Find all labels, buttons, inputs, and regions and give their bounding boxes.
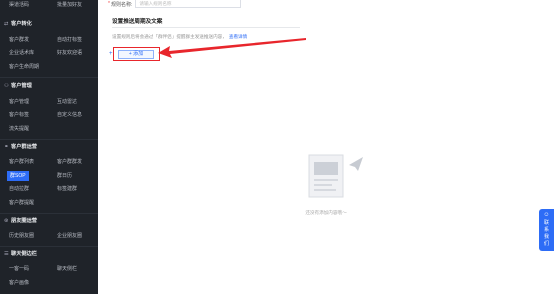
sidebar-row: 客户管理 互动雷达 [0,97,98,107]
sidebar-group-label: 客户群运营 [11,144,37,150]
sidebar-item-group-reminder[interactable]: 客户群提醒 [9,198,34,208]
sidebar-item-group-calendar[interactable]: 群日历 [57,171,72,181]
user-icon: ⚇ [4,83,9,89]
sidebar-row: 客户群列表 客户群群发 [0,157,98,167]
transfer-icon: ⇄ [4,21,9,27]
group-icon: ⚭ [4,144,9,150]
sidebar-item-group-list[interactable]: 客户群列表 [9,157,34,167]
sidebar-item-customer-profile[interactable]: 客户画像 [9,278,29,288]
sidebar-item-interaction-radar[interactable]: 互动雷达 [57,97,77,107]
moments-icon: ⊛ [4,218,9,224]
sidebar-group-group-operations[interactable]: ⚭ 客户群运营 [4,142,37,152]
sidebar-divider [0,77,98,78]
sidebar-row: 历史朋友圈 企业朋友圈 [0,231,98,241]
sidebar-group-customer-management[interactable]: ⚇ 客户管理 [4,81,32,91]
empty-state-illustration-icon [308,154,363,198]
sidebar-group-label: 客户管理 [11,83,32,89]
sidebar-row: 客户画像 [0,278,98,288]
empty-state-text: 还没有添加内容哦～ [305,210,347,215]
sidebar-row: 客户生命周期 [0,62,98,72]
sidebar-row: 客户群提醒 [0,198,98,208]
annotation-arrow-icon [158,38,306,58]
sidebar-row: 自动拉群 标签建群 [0,184,98,194]
sidebar-group-label: 客户转化 [11,21,32,27]
sidebar-row: 企业话术库 好友欢迎语 [0,48,98,58]
sidebar-group-label: 聊天侧边栏 [11,251,37,257]
add-indicator-icon: + [109,51,113,57]
sidebar-item-batch-add-friends[interactable]: 批量加好友 [57,0,82,10]
sidebar-row: 客户标签 自定义信息 [0,110,98,120]
sidebar-item-churn-alert[interactable]: 流失提醒 [9,124,29,134]
sidebar-item-customer-broadcast[interactable]: 客户群发 [9,35,29,45]
sidebar-group-moments-operations[interactable]: ⊛ 朋友圈运营 [4,216,37,226]
section-title: 设置推送周期及文案 [112,19,163,25]
headset-icon: ☺ [543,212,550,218]
sidebar-item-one-code[interactable]: 一客一码 [9,264,29,274]
sidebar-divider [0,139,98,140]
rule-name-field: * 规则名称: 请输入规则名称 [108,0,242,8]
sidebar-item-auto-group[interactable]: 自动拉群 [9,184,29,194]
sidebar-item-chat-sidebar[interactable]: 聊天侧栏 [57,264,77,274]
sidebar-item-customer-management[interactable]: 客户管理 [9,97,29,107]
sidebar-item-group-sop[interactable]: 群SOP [7,171,29,181]
sidebar-item-company-moments[interactable]: 企业朋友圈 [57,231,82,241]
rule-name-input[interactable]: 请输入规则名称 [135,0,242,8]
sidebar-item-moments-history[interactable]: 历史朋友圈 [9,231,34,241]
sidebar-item-auto-tag[interactable]: 自动打标签 [57,35,82,45]
sidebar-item-group-broadcast[interactable]: 客户群群发 [57,157,82,167]
sidebar-item-customer-lifecycle[interactable]: 客户生命周期 [9,62,39,72]
sidebar-group-customer-conversion[interactable]: ⇄ 客户转化 [4,19,32,29]
add-button[interactable]: + 添加 [118,50,154,59]
sidebar-group-chat-sidebar[interactable]: ☰ 聊天侧边栏 [4,249,37,259]
sidebar-item-script-library[interactable]: 企业话术库 [9,48,34,58]
sidebar: 渠道活码 批量加好友 ⇄ 客户转化 客户群发 自动打标签 企业话术库 好友欢迎语 … [0,0,98,294]
sidebar-item-custom-info[interactable]: 自定义信息 [57,110,82,120]
sidebar-row: 客户群发 自动打标签 [0,35,98,45]
sidebar-item-customer-tags[interactable]: 客户标签 [9,110,29,120]
sidebar-row: 群SOP 群日历 [0,171,98,181]
main-content: * 规则名称: 请输入规则名称 设置推送周期及文案 设置规则后将会通过「群伴侣」… [98,0,554,294]
contact-us-label: 联系我们 [543,220,549,247]
sidebar-divider [0,213,98,214]
rule-name-label: 规则名称: [110,1,133,8]
sidebar-group-label: 朋友圈运营 [11,218,37,224]
required-marker: * [108,1,110,7]
sidebar-row: 一客一码 聊天侧栏 [0,264,98,274]
sidebar-divider [0,246,98,247]
sidebar-item-tag-group[interactable]: 标签建群 [57,184,77,194]
section-divider [112,27,300,28]
contact-us-widget[interactable]: ☺ 联系我们 [539,209,554,251]
sidebar-item-welcome-message[interactable]: 好友欢迎语 [57,48,82,58]
sidebar-row: 渠道活码 批量加好友 [0,0,98,10]
sidebar-item-channel-code[interactable]: 渠道活码 [9,0,29,10]
sidebar-row: 流失提醒 [0,124,98,134]
chat-sidebar-icon: ☰ [4,251,9,257]
